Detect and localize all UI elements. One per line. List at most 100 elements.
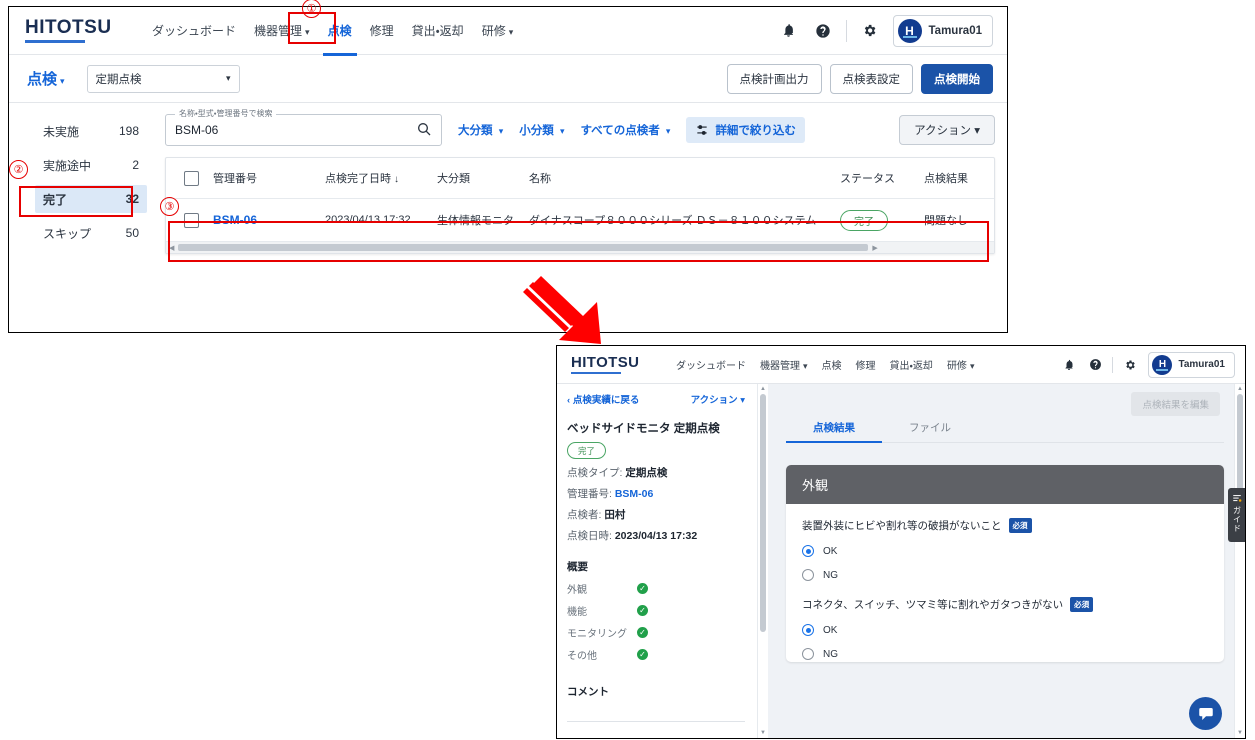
status-count: 198: [118, 124, 139, 138]
question-text: コネクタ、スイッチ、ツマミ等に割れやガタつきがない: [802, 599, 1064, 611]
question-2-option-ok[interactable]: OK: [802, 624, 1208, 636]
question-text: 装置外装にヒビや割れ等の破損がないこと: [802, 520, 1002, 532]
tab-inspection-result[interactable]: 点検結果: [786, 416, 882, 443]
page-title-text: 点検: [27, 71, 58, 88]
scroll-right-arrow-icon[interactable]: ▶: [872, 244, 877, 252]
scroll-down-arrow-icon[interactable]: ▼: [1237, 730, 1243, 736]
export-plan-button[interactable]: 点検計画出力: [726, 63, 822, 94]
column-header-status[interactable]: ステータス: [840, 170, 924, 186]
check-circle-icon: ✓: [637, 649, 648, 660]
check-circle-icon: ✓: [637, 605, 648, 616]
status-label: 実施途中: [43, 158, 92, 173]
status-filter-skipped[interactable]: スキップ 50: [35, 219, 147, 247]
row-checkbox[interactable]: [184, 212, 199, 228]
page-title[interactable]: 点検 ▾: [27, 68, 65, 89]
field-value-link[interactable]: BSM-06: [615, 488, 654, 500]
window1-header: HITOTSU ダッシュボード 機器管理 ▾ 点検 修理 貸出・返却 研修 ▾ H: [9, 7, 1007, 56]
annotation-marker-3: ③: [160, 197, 179, 216]
table-horizontal-scrollbar[interactable]: ◀ ▶: [166, 241, 994, 253]
summary-label: モニタリング: [567, 629, 627, 640]
nav-item-equipment[interactable]: 機器管理 ▾: [753, 354, 815, 375]
start-inspection-button[interactable]: 点検開始: [921, 63, 993, 94]
bell-icon[interactable]: [1056, 352, 1082, 378]
nav-item-equipment[interactable]: 機器管理 ▾: [245, 18, 319, 43]
help-icon[interactable]: [1082, 352, 1108, 378]
chat-support-button[interactable]: [1189, 697, 1222, 730]
app-logo[interactable]: HITOTSU: [571, 355, 651, 375]
question-2-option-ng[interactable]: NG: [802, 648, 1208, 660]
bell-icon[interactable]: [772, 14, 806, 48]
detail-sidebar: ‹ 点検実績に戻る アクション ▾ ベッドサイドモニタ 定期点検 完了 点検タイ…: [557, 384, 757, 738]
nav-item-training[interactable]: 研修 ▾: [940, 354, 982, 375]
scrollbar-thumb[interactable]: [178, 244, 869, 251]
select-all-checkbox[interactable]: [184, 170, 199, 186]
cell-category: 生体情報モニタ: [437, 215, 514, 227]
status-filter-not-started[interactable]: 未実施 198: [35, 117, 147, 145]
back-to-list-link[interactable]: ‹ 点検実績に戻る: [567, 392, 639, 406]
status-filter-in-progress[interactable]: 実施途中 2: [35, 151, 147, 179]
content-scrollbar[interactable]: ▲ ▼: [1234, 384, 1245, 738]
column-header-date[interactable]: 点検完了日時 ↓: [325, 170, 437, 186]
question-1-option-ng[interactable]: NG: [802, 569, 1208, 581]
nav-item-dashboard[interactable]: ダッシュボード: [669, 354, 753, 375]
nav-label: 貸出・返却: [889, 361, 933, 372]
tab-files[interactable]: ファイル: [882, 416, 978, 442]
help-icon[interactable]: [806, 14, 840, 48]
search-input[interactable]: 名称・型式・管理番号で検索 BSM-06: [165, 108, 442, 146]
summary-row-function: 機能 ✓: [567, 603, 745, 618]
column-header-id[interactable]: 管理番号: [213, 170, 325, 186]
chat-bubble-icon: [1198, 707, 1213, 720]
filter-major-category[interactable]: 大分類 ▾: [458, 122, 503, 138]
action-dropdown-button[interactable]: アクション ▾: [899, 115, 995, 145]
advanced-filter-label: 詳細で絞り込む: [715, 125, 796, 137]
advanced-filter-button[interactable]: 詳細で絞り込む: [686, 117, 805, 143]
app-logo[interactable]: HITOTSU: [25, 18, 121, 43]
question-1-option-ok[interactable]: OK: [802, 545, 1208, 557]
nav-label: 機器管理: [760, 361, 800, 372]
edit-inspection-result-button[interactable]: 点検結果を編集: [1131, 392, 1220, 416]
radio-selected-icon[interactable]: [802, 624, 814, 636]
nav-item-repair[interactable]: 修理: [849, 354, 883, 375]
row-id-link[interactable]: BSM-06: [213, 213, 257, 227]
nav-label: 研修: [946, 361, 967, 372]
radio-icon[interactable]: [802, 648, 814, 660]
nav-item-repair[interactable]: 修理: [361, 18, 403, 43]
detail-sidebar-scrollbar[interactable]: ▲ ▼: [757, 384, 768, 738]
scroll-up-arrow-icon[interactable]: ▲: [760, 386, 766, 392]
status-filter-completed[interactable]: 完了 32: [35, 185, 147, 213]
gear-icon[interactable]: [1117, 352, 1143, 378]
nav-item-lending[interactable]: 貸出・返却: [403, 18, 473, 43]
column-header-name[interactable]: 名称: [529, 170, 840, 186]
nav-label: 研修: [481, 24, 506, 38]
nav-label: ダッシュボード: [152, 24, 237, 38]
scrollbar-thumb[interactable]: [760, 394, 766, 632]
detail-action-dropdown[interactable]: アクション ▾: [691, 392, 745, 406]
cell-id[interactable]: BSM-06: [213, 213, 325, 227]
inspection-form-settings-button[interactable]: 点検表設定: [829, 63, 913, 94]
nav-item-inspection[interactable]: 点検: [319, 18, 361, 56]
table-row[interactable]: BSM-06 2023/04/13 17:32 生体情報モニタ ダイナスコープ８…: [166, 199, 994, 241]
search-icon[interactable]: [416, 121, 432, 137]
scroll-up-arrow-icon[interactable]: ▲: [1237, 386, 1243, 392]
nav-label: 貸出・返却: [411, 24, 464, 38]
radio-selected-icon[interactable]: [802, 545, 814, 557]
inspection-type-select[interactable]: 定期点検 ▾: [86, 64, 240, 93]
chevron-down-icon: ▾: [498, 126, 504, 136]
column-header-result[interactable]: 点検結果: [924, 170, 994, 186]
user-menu[interactable]: H Tamura01: [1148, 351, 1235, 378]
nav-item-inspection[interactable]: 点検: [815, 354, 849, 375]
nav-item-training[interactable]: 研修 ▾: [473, 18, 523, 43]
user-menu[interactable]: H Tamura01: [892, 14, 993, 47]
filter-inspector[interactable]: すべての点検者 ▾: [580, 122, 670, 138]
nav-label: ダッシュボード: [676, 361, 746, 372]
guide-tab-button[interactable]: ガイド: [1228, 488, 1245, 542]
nav-item-lending[interactable]: 貸出・返却: [883, 354, 940, 375]
nav-item-dashboard[interactable]: ダッシュボード: [143, 18, 245, 43]
filter-minor-category[interactable]: 小分類 ▾: [519, 122, 564, 138]
filter-label: 大分類: [458, 125, 493, 137]
radio-icon[interactable]: [802, 569, 814, 581]
gear-icon[interactable]: [853, 14, 887, 48]
scroll-left-arrow-icon[interactable]: ◀: [169, 244, 174, 252]
scroll-down-arrow-icon[interactable]: ▼: [760, 730, 766, 736]
column-header-category[interactable]: 大分類: [437, 170, 529, 186]
